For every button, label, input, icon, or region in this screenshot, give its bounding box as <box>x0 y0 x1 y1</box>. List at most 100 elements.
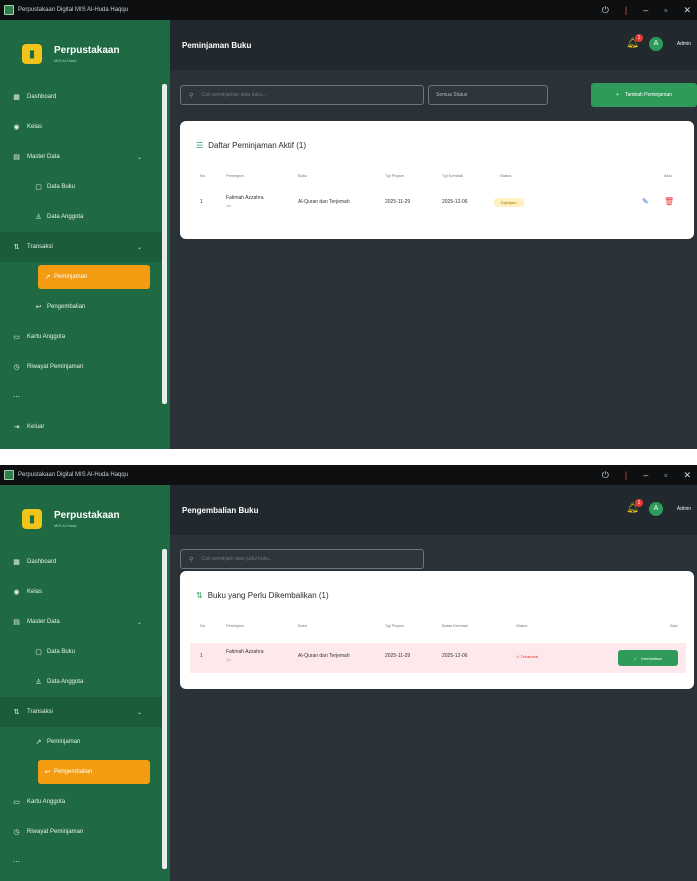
record-icon[interactable]: ⏻ <box>602 470 609 481</box>
row-no: 1 <box>200 199 203 205</box>
sidebar-item-peminjaman[interactable]: ↗ Peminjaman <box>38 265 150 289</box>
sidebar-item-kartu-anggota[interactable]: ▭ Kartu Anggota <box>0 787 166 817</box>
search-field[interactable]: ⚲ <box>180 549 424 569</box>
return-icon: ↩ <box>35 304 42 311</box>
edit-icon[interactable]: ✎ <box>642 197 649 206</box>
sidebar-item-riwayat-peminjaman[interactable]: ◷ Riwayat Peminjaman <box>0 352 166 382</box>
maximize-icon[interactable]: ▫ <box>664 5 667 15</box>
search-input[interactable] <box>201 92 402 98</box>
active-loans-card: ☰ Daftar Peminjaman Aktif (1) No Peminja… <box>180 121 694 239</box>
app-icon <box>4 470 14 480</box>
close-icon[interactable]: ✕ <box>683 5 691 16</box>
sidebar-item-dashboard[interactable]: ▦ Dashboard <box>0 547 166 577</box>
sidebar-scrollbar[interactable] <box>162 549 167 869</box>
row-borrower: Fatimah Azzahra 1A <box>226 195 264 208</box>
close-icon[interactable]: ✕ <box>683 470 691 481</box>
window-controls: ⏻ | – ▫ ✕ <box>602 465 691 485</box>
sidebar-item-transaksi[interactable]: ⇅ Transaksi ⌄ <box>0 232 166 262</box>
sidebar-item-dashboard[interactable]: ▦ Dashboard <box>0 82 166 112</box>
chevron-down-icon: ⌄ <box>136 244 142 251</box>
sidebar-item-keluar[interactable]: ⇥Keluar <box>0 877 166 881</box>
borrower-name: Fatimah Azzahra <box>226 649 264 655</box>
sidebar-item-more[interactable]: ⋯ <box>0 847 166 877</box>
col-header-peminjam: Peminjam <box>226 173 244 178</box>
avatar[interactable]: A <box>649 502 663 516</box>
minimize-icon[interactable]: – <box>643 5 648 15</box>
dashboard-icon: ▦ <box>13 559 20 566</box>
sidebar-item-transaksi[interactable]: ⇅ Transaksi ⌄ <box>0 697 166 727</box>
sidebar-item-more[interactable]: ⋯ <box>0 382 166 412</box>
card-title: ⇅ Buku yang Perlu Dikembalikan (1) <box>196 591 329 600</box>
sidebar-item-data-buku[interactable]: ▢ Data Buku <box>0 637 166 667</box>
avatar[interactable]: A <box>649 37 663 51</box>
app-window-peminjaman: Perpustakaan Digital MIS Al-Huda Haqqu ⏻… <box>0 0 697 449</box>
sidebar-item-kartu-anggota[interactable]: ▭ Kartu Anggota <box>0 322 166 352</box>
master-data-icon: ▤ <box>13 154 20 161</box>
sidebar-nav: ▦ Dashboard ◉ Kelas ▤ Master Data ⌄ ▢ Data Buku ♙… <box>0 82 166 442</box>
sidebar-item-master-data[interactable]: ▤ Master Data ⌄ <box>0 607 166 637</box>
app-window-pengembalian: Perpustakaan Digital MIS Al-Huda Haqqu ⏻… <box>0 465 697 881</box>
top-header: Pengembalian Buku 🔔︎ 1 A Admin <box>170 485 697 535</box>
return-book-button[interactable]: ✓ Kembalikan <box>618 650 678 666</box>
sidebar-item-label: Data Anggota <box>47 214 84 220</box>
returns-card: ⇅ Buku yang Perlu Dikembalikan (1) No Pe… <box>180 571 694 689</box>
transaction-icon: ⇅ <box>13 709 20 716</box>
sidebar-item-label: Peminjaman <box>54 274 88 280</box>
add-loan-button[interactable]: + Tambah Peminjaman <box>591 83 697 107</box>
sidebar-item-label: Riwayat Peminjaman <box>27 364 84 370</box>
search-icon: ⚲ <box>189 92 194 99</box>
brand-title: Perpustakaan <box>54 510 120 521</box>
sidebar-item-master-data[interactable]: ▤ Master Data ⌄ <box>0 142 166 172</box>
borrower-class: 1A <box>226 657 231 662</box>
search-field[interactable]: ⚲ <box>180 85 424 105</box>
window-controls: ⏻ | – ▫ ✕ <box>602 0 691 20</box>
sidebar-item-peminjaman[interactable]: ↗ Peminjaman <box>0 727 166 757</box>
card-title-text: Daftar Peminjaman Aktif (1) <box>208 141 306 150</box>
search-input[interactable] <box>201 556 402 562</box>
page-title: Peminjaman Buku <box>182 40 252 50</box>
book-icon: ▢ <box>35 649 42 656</box>
sidebar-item-kelas[interactable]: ◉ Kelas <box>0 577 166 607</box>
col-header-aksi: Aksi <box>670 623 678 628</box>
borrower-class: 1A <box>226 203 231 208</box>
transaction-icon: ⇅ <box>196 591 203 600</box>
brand-title: Perpustakaan <box>54 45 120 56</box>
window-titlebar: Perpustakaan Digital MIS Al-Huda Haqqu ⏻… <box>0 0 697 20</box>
sidebar-item-data-anggota[interactable]: ♙ Data Anggota <box>0 667 166 697</box>
sidebar-item-label: Master Data <box>27 154 60 160</box>
sidebar-item-label: Master Data <box>27 619 60 625</box>
card-title: ☰ Daftar Peminjaman Aktif (1) <box>196 141 306 150</box>
minimize-icon[interactable]: – <box>643 470 648 480</box>
user-name[interactable]: Admin <box>677 41 691 47</box>
sidebar-item-data-buku[interactable]: ▢ Data Buku <box>0 172 166 202</box>
members-icon: ♙ <box>35 679 42 686</box>
card-title-text: Buku yang Perlu Dikembalikan (1) <box>207 591 329 600</box>
sidebar-item-riwayat-peminjaman[interactable]: ◷ Riwayat Peminjaman <box>0 817 166 847</box>
trash-icon[interactable]: 🗑︎ <box>664 197 674 206</box>
sidebar-item-kelas[interactable]: ◉ Kelas <box>0 112 166 142</box>
row-no: 1 <box>200 653 203 659</box>
sidebar-item-pengembalian[interactable]: ↩ Pengembalian <box>38 760 150 784</box>
record-icon[interactable]: ⏻ <box>602 5 609 16</box>
history-icon: ◷ <box>13 829 20 836</box>
sidebar-item-label: Riwayat Peminjaman <box>27 829 84 835</box>
plus-icon: + <box>616 92 619 98</box>
sidebar-item-keluar[interactable]: ⇥Keluar <box>0 412 166 442</box>
card-icon: ▭ <box>13 799 20 806</box>
col-header-no: No <box>200 173 206 178</box>
sidebar-item-data-anggota[interactable]: ♙ Data Anggota <box>0 202 166 232</box>
sidebar-item-pengembalian[interactable]: ↩ Pengembalian <box>0 292 166 322</box>
window-title: Perpustakaan Digital MIS Al-Huda Haqqu <box>18 472 129 478</box>
sidebar-scrollbar[interactable] <box>162 84 167 404</box>
status-label: Terlambat <box>520 654 539 659</box>
transaction-icon: ⇅ <box>13 244 20 251</box>
library-logo-icon: ▮ <box>22 44 42 64</box>
user-name[interactable]: Admin <box>677 506 691 512</box>
maximize-icon[interactable]: ▫ <box>664 470 667 480</box>
row-due-date: 2025-12-06 <box>442 653 468 659</box>
sidebar: ▮ Perpustakaan MIS Al-Huda ▦ Dashboard ◉ Ke… <box>0 20 170 449</box>
status-filter-select[interactable]: Semua Status <box>428 85 548 105</box>
col-header-aksi: Aksi <box>664 173 672 178</box>
return-icon: ↩ <box>44 769 51 776</box>
col-header-no: No <box>200 623 206 628</box>
